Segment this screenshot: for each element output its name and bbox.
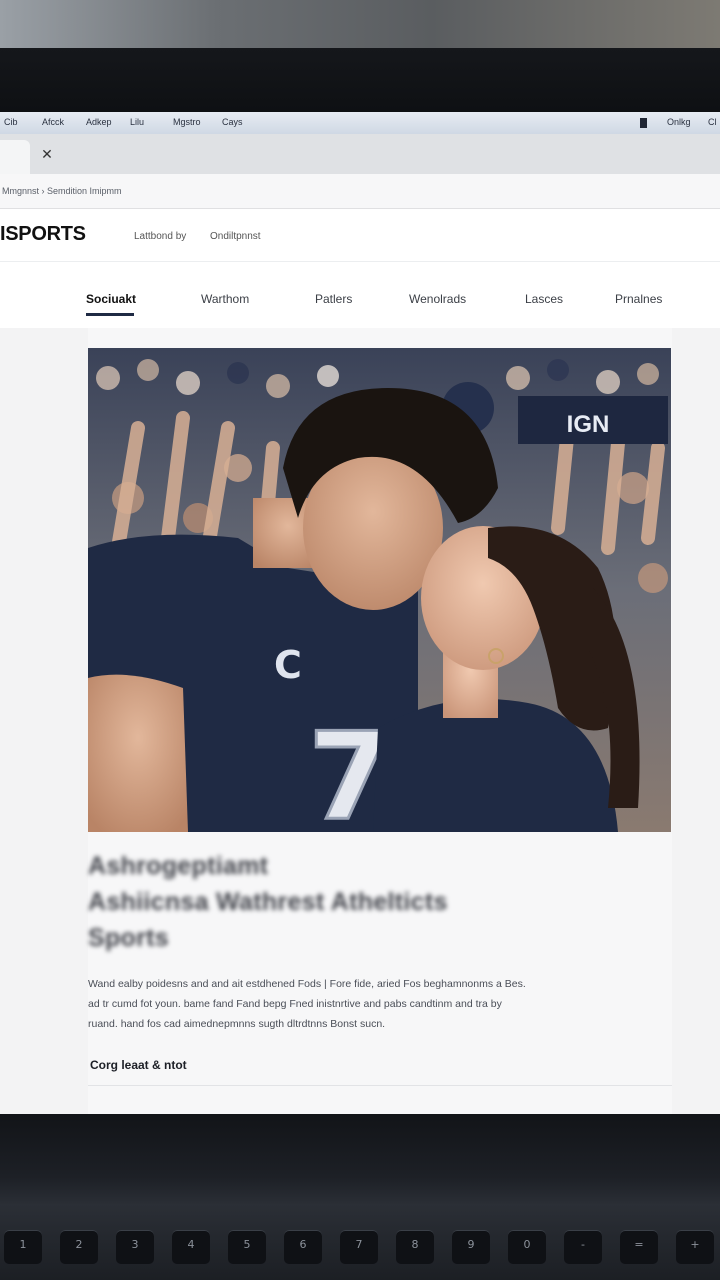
headline-line: Ashiicnsa Wathrest Athelticts	[88, 888, 448, 916]
site-logo[interactable]: ISPORTS	[0, 223, 86, 246]
keyboard-key[interactable]: 4	[172, 1230, 210, 1264]
keyboard-key[interactable]: 3	[116, 1230, 154, 1264]
menu-item[interactable]: Adkep	[86, 117, 112, 127]
laptop-screen: Cib Afcck Adkep Lilu Mgstro Cays Onlkg C…	[0, 112, 720, 1114]
keyboard-key[interactable]: 9	[452, 1230, 490, 1264]
nav-item[interactable]: Warthom	[201, 292, 249, 306]
keyboard-key[interactable]: 8	[396, 1230, 434, 1264]
nav-item[interactable]: Lasces	[525, 292, 563, 306]
body-line: ruand. hand fos cad aimednepmnns sugth d…	[88, 1018, 386, 1030]
active-tab-indicator	[86, 313, 134, 316]
keyboard-key[interactable]: +	[676, 1230, 714, 1264]
keyboard-key[interactable]: 7	[340, 1230, 378, 1264]
nav-item[interactable]: Patlers	[315, 292, 352, 306]
keyboard-key[interactable]: 2	[60, 1230, 98, 1264]
system-menubar: Cib Afcck Adkep Lilu Mgstro Cays Onlkg C…	[0, 112, 720, 135]
nav-item[interactable]: Prnalnes	[615, 292, 662, 306]
menu-item[interactable]: Cib	[4, 117, 18, 127]
headline-line: Sports	[88, 924, 169, 952]
read-more-link[interactable]: Corg leaat & ntot	[90, 1058, 187, 1072]
tagline-link[interactable]: Ondiltpnnst	[210, 231, 261, 242]
hero-image[interactable]: IGN C 7	[88, 348, 671, 832]
headline-line: Ashrogeptiamt	[88, 852, 269, 880]
menu-item[interactable]: Lilu	[130, 117, 144, 127]
breadcrumb: Mmgnnst › Semdition Imipmm	[2, 186, 122, 196]
body-line: ad tr cumd fot youn. bame fand Fand bepg…	[88, 998, 502, 1010]
menu-clock: Onlkg	[667, 117, 691, 127]
hero-photo-illustration: IGN C 7	[88, 348, 671, 832]
menu-item[interactable]: Mgstro	[173, 117, 201, 127]
menu-item[interactable]: Cays	[222, 117, 243, 127]
menu-item[interactable]: Afcck	[42, 117, 64, 127]
keyboard-key[interactable]: 6	[284, 1230, 322, 1264]
browser-tab[interactable]	[0, 140, 30, 174]
battery-icon	[640, 118, 647, 128]
tagline-text: Lattbond by	[134, 231, 187, 242]
main-nav: Sociuakt Warthom Patlers Wenolrads Lasce…	[0, 261, 720, 329]
body-line: Wand ealby poidesns and and ait estdhene…	[88, 978, 526, 990]
banner-text: IGN	[567, 411, 610, 438]
keyboard-key[interactable]: -	[564, 1230, 602, 1264]
browser-tabbar: ✕	[0, 134, 720, 174]
article-body: Wand ealby poidesns and and ait estdhene…	[88, 974, 568, 1034]
nav-item[interactable]: Wenolrads	[409, 292, 466, 306]
divider	[88, 1085, 672, 1086]
address-bar[interactable]: Mmgnnst › Semdition Imipmm	[0, 174, 720, 209]
article-headline: Ashrogeptiamt Ashiicnsa Wathrest Athelti…	[88, 848, 548, 956]
monitor-bezel-bottom	[0, 1114, 720, 1204]
keyboard-key[interactable]: 0	[508, 1230, 546, 1264]
jersey-letter: C	[274, 643, 302, 687]
site-header: ISPORTS Lattbond by Ondiltpnnst	[0, 209, 720, 261]
keyboard-key[interactable]: =	[620, 1230, 658, 1264]
menu-item-right[interactable]: Cl	[708, 117, 717, 127]
monitor-bezel-top	[0, 48, 720, 112]
nav-item-active[interactable]: Sociuakt	[86, 292, 136, 306]
close-icon[interactable]: ✕	[38, 144, 56, 164]
keyboard-key[interactable]: 5	[228, 1230, 266, 1264]
background-room	[0, 0, 720, 48]
keyboard-key[interactable]: 1	[4, 1230, 42, 1264]
